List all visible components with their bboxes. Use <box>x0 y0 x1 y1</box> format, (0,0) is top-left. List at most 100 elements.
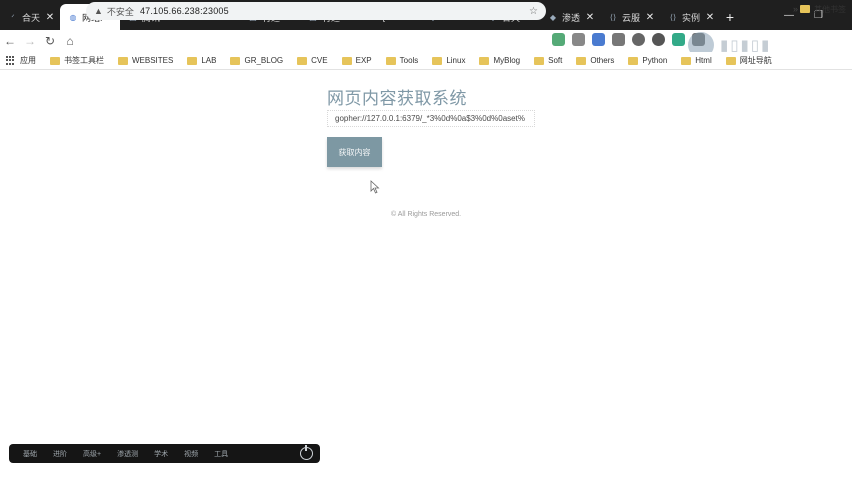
bookmarks-bar: 应用 书签工具栏 WEBSITES LAB GR_BLOG CVE EXP Tools Lin… <box>0 52 852 70</box>
bookmark-item[interactable]: MyBlog <box>479 56 520 65</box>
bookmark-label: 网址导航 <box>739 56 772 65</box>
forward-icon[interactable]: → <box>20 31 40 51</box>
dock-item[interactable]: 学术 <box>154 449 168 459</box>
extension-icon[interactable] <box>552 33 565 46</box>
bookmark-item[interactable]: Tools <box>385 56 419 65</box>
bookmark-item[interactable]: Html <box>681 56 712 65</box>
folder-icon <box>341 56 352 65</box>
bookmark-item[interactable]: 网址导航 <box>725 55 772 66</box>
fetch-url-input[interactable]: gopher://127.0.0.1:6379/_*3%0d%0a$3%0d%0… <box>327 110 535 127</box>
url-text: 47.105.66.238:23005 <box>139 6 229 16</box>
tab-label: 实例 <box>682 12 701 23</box>
ghost-icon: ᐟ <box>11 12 15 22</box>
page-title: 网页内容获取系统 <box>327 89 467 108</box>
bookmarks-overflow-button[interactable]: » <box>793 0 798 18</box>
folder-icon <box>230 56 241 65</box>
folder-icon <box>628 56 639 65</box>
bookmark-item[interactable]: GR_BLOG <box>230 56 283 65</box>
bookmark-label: GR_BLOG <box>244 56 284 65</box>
folder-icon <box>50 56 60 65</box>
dock-item[interactable]: 基础 <box>23 449 37 459</box>
bookmark-label: Soft <box>548 56 563 65</box>
extension-icon[interactable] <box>612 33 625 46</box>
tab-label: 云服 <box>622 12 641 23</box>
address-bar[interactable]: ▲ 不安全 47.105.66.238:23005 ☆ <box>86 2 546 20</box>
extension-icons <box>552 33 705 46</box>
extension-icon[interactable] <box>652 33 665 46</box>
extension-icon[interactable] <box>632 33 645 46</box>
security-label: 不安全 <box>106 6 134 17</box>
shield-icon: ◆ <box>549 12 557 22</box>
extension-icon[interactable] <box>672 33 685 46</box>
other-bookmarks[interactable]: 其他书签 <box>800 0 846 18</box>
dock-item[interactable]: 工具 <box>214 449 228 459</box>
bookmark-item[interactable]: CVE <box>297 56 328 65</box>
folder-icon <box>385 56 396 65</box>
fetch-content-button[interactable]: 获取内容 <box>327 137 382 167</box>
bookmark-label: Others <box>590 56 615 65</box>
bracket-icon: ⟨⟩ <box>669 12 677 22</box>
tab-11[interactable]: ⟨⟩ 实例 ✕ <box>660 4 720 30</box>
close-icon[interactable]: ✕ <box>704 12 716 23</box>
bookmark-label: 书签工具栏 <box>64 56 104 65</box>
browser-window: ᐟ合天✕◍网站!✕▤腾讯✕taru✕▤有道✕▤有道✕‹›{Chr✕◆Wel✕◆合… <box>0 0 852 480</box>
power-icon[interactable] <box>300 445 313 460</box>
bookmark-star-icon[interactable]: ☆ <box>529 6 538 17</box>
bookmark-item[interactable]: Soft <box>534 56 562 65</box>
bookmark-item[interactable]: 书签工具栏 <box>50 55 104 66</box>
tab-9[interactable]: ◆ 渗透 ✕ <box>540 4 600 30</box>
new-tab-button[interactable]: + <box>720 4 740 30</box>
bookmark-label: CVE <box>311 56 328 65</box>
folder-icon <box>118 56 128 65</box>
bookmark-item[interactable]: Linux <box>432 56 465 65</box>
folder-icon <box>576 56 587 65</box>
folder-icon <box>479 56 490 65</box>
bottom-dock: 基础 进阶 高级+ 渗透测 学术 视频 工具 <box>9 444 320 463</box>
bookmark-item[interactable]: WEBSITES <box>118 56 173 65</box>
back-icon[interactable]: ← <box>0 31 20 51</box>
close-icon[interactable]: ✕ <box>44 12 56 23</box>
bookmark-label: Python <box>642 56 668 65</box>
apps-shortcut[interactable]: 应用 <box>6 55 36 66</box>
close-icon[interactable]: ✕ <box>644 12 656 23</box>
extension-icon[interactable] <box>592 33 605 46</box>
bracket-icon: ⟨⟩ <box>609 12 617 22</box>
dock-item[interactable]: 进阶 <box>53 449 67 459</box>
dock-item[interactable]: 高级+ <box>83 449 101 459</box>
reload-icon[interactable]: ↻ <box>40 31 60 51</box>
folder-icon <box>297 56 308 65</box>
folder-icon <box>681 56 692 65</box>
mouse-cursor-icon <box>370 180 380 194</box>
apps-label: 应用 <box>20 56 36 65</box>
copyright-footer: © All Rights Reserved. <box>391 211 462 218</box>
folder-icon <box>534 56 545 65</box>
apps-grid-icon <box>6 55 16 66</box>
folder-icon <box>800 5 810 13</box>
bookmark-label: MyBlog <box>493 56 521 65</box>
tab-0[interactable]: ᐟ 合天 ✕ <box>0 4 60 30</box>
dock-item[interactable]: 渗透测 <box>117 449 138 459</box>
other-bookmarks-label: 其他书签 <box>814 4 846 14</box>
folder-icon <box>725 56 736 65</box>
bookmark-item[interactable]: Python <box>628 56 667 65</box>
bookmark-item[interactable]: LAB <box>187 56 216 65</box>
tab-label: 渗透 <box>562 12 581 23</box>
bookmark-label: WEBSITES <box>132 56 174 65</box>
folder-icon <box>187 56 198 65</box>
bookmark-label: Html <box>695 56 712 65</box>
bookmark-label: EXP <box>355 56 372 65</box>
warning-icon: ▲ <box>94 6 103 16</box>
dock-item[interactable]: 视频 <box>184 449 198 459</box>
home-icon[interactable]: ⌂ <box>60 31 80 51</box>
bookmark-item[interactable]: Others <box>576 56 614 65</box>
bookmark-label: Linux <box>446 56 466 65</box>
tab-label: 合天 <box>22 12 41 23</box>
tab-10[interactable]: ⟨⟩ 云服 ✕ <box>600 4 660 30</box>
close-icon[interactable]: ✕ <box>584 12 596 23</box>
extension-icon[interactable] <box>572 33 585 46</box>
bookmark-item[interactable]: EXP <box>341 56 372 65</box>
folder-icon <box>432 56 443 65</box>
globe-icon: ◍ <box>69 12 77 22</box>
bookmark-label: LAB <box>201 56 217 65</box>
bookmark-label: Tools <box>399 56 419 65</box>
